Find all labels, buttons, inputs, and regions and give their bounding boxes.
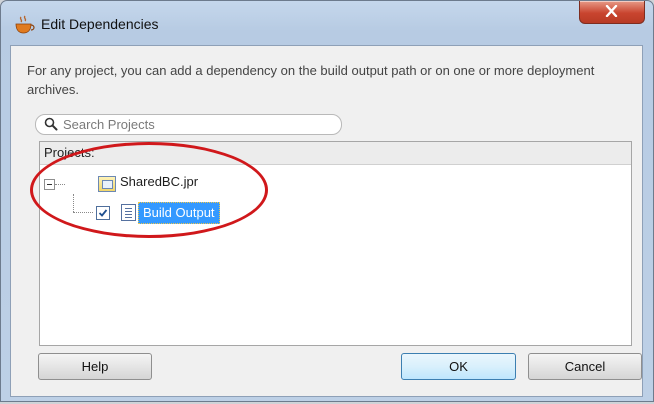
edit-dependencies-dialog: Edit Dependencies For any project, you c… xyxy=(0,0,654,402)
search-icon xyxy=(44,117,58,134)
title-bar[interactable]: Edit Dependencies xyxy=(1,1,653,45)
search-projects-input[interactable]: Search Projects xyxy=(35,114,342,135)
collapse-toggle-icon[interactable] xyxy=(44,179,55,190)
tree-item-sharedbc[interactable]: SharedBC.jpr xyxy=(120,174,198,189)
tree-connector xyxy=(55,184,65,185)
dialog-body: For any project, you can add a dependenc… xyxy=(10,45,643,397)
close-button[interactable] xyxy=(579,1,645,24)
build-output-checkbox[interactable] xyxy=(96,206,110,220)
cancel-button[interactable]: Cancel xyxy=(528,353,642,380)
app-cup-icon xyxy=(14,15,36,35)
help-button[interactable]: Help xyxy=(38,353,152,380)
close-x-icon xyxy=(605,5,618,17)
description-text: For any project, you can add a dependenc… xyxy=(27,63,595,97)
tree-connector xyxy=(73,194,74,212)
window-title: Edit Dependencies xyxy=(41,16,159,32)
ok-button-label: OK xyxy=(449,359,468,374)
cancel-button-label: Cancel xyxy=(564,359,606,374)
projects-panel: Projects: SharedBC.jpr Build Output xyxy=(39,141,632,346)
projects-tree[interactable]: SharedBC.jpr Build Output xyxy=(40,165,631,343)
folder-icon xyxy=(98,176,116,192)
projects-header: Projects: xyxy=(40,142,631,165)
tree-connector xyxy=(73,212,93,213)
help-button-label: Help xyxy=(81,359,109,374)
search-placeholder: Search Projects xyxy=(63,117,155,132)
tree-item-build-output[interactable]: Build Output xyxy=(138,202,220,224)
document-icon xyxy=(121,204,136,221)
ok-button[interactable]: OK xyxy=(401,353,516,380)
